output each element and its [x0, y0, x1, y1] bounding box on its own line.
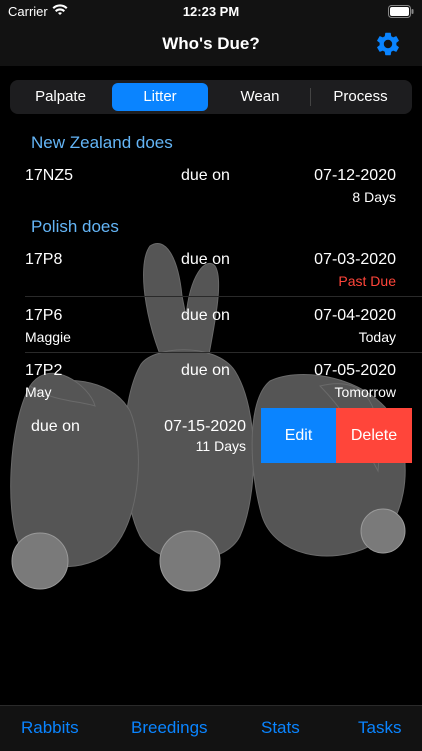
due-label: due on	[181, 362, 230, 379]
rabbit-name: Maggie	[25, 329, 71, 345]
list-item[interactable]: 17P2 May due on 07-05-2020 Tomorrow	[0, 352, 422, 408]
tab-stats[interactable]: Stats	[261, 718, 300, 738]
due-date: 07-15-2020	[164, 418, 246, 435]
due-status: Tomorrow	[334, 384, 396, 400]
rabbit-id: 17P8	[25, 251, 63, 268]
due-date: 07-05-2020	[314, 362, 396, 379]
segmented-control: Palpate Litter Wean Process	[10, 80, 412, 114]
segment-wean[interactable]: Wean	[212, 83, 308, 111]
battery-icon	[388, 5, 414, 18]
status-bar: Carrier 12:23 PM	[0, 0, 422, 24]
delete-button[interactable]: Delete	[336, 408, 412, 463]
rabbit-id: 17P2	[25, 362, 63, 379]
due-date: 07-03-2020	[314, 251, 396, 268]
due-status: 11 Days	[195, 438, 246, 454]
list-item[interactable]: 17NZ5 due on 07-12-2020 8 Days	[0, 157, 422, 213]
navigation-bar: Who's Due?	[0, 24, 422, 66]
status-time: 12:23 PM	[182, 4, 240, 19]
tab-tasks[interactable]: Tasks	[358, 718, 401, 738]
rabbit-id: 17P6	[25, 307, 63, 324]
page-title: Who's Due?	[162, 34, 260, 53]
section-header-new-zealand: New Zealand does	[31, 133, 173, 152]
rabbit-id: 17NZ5	[25, 167, 74, 184]
due-status: 8 Days	[352, 189, 396, 205]
due-label: due on	[181, 167, 230, 184]
edit-button[interactable]: Edit	[261, 408, 336, 463]
swiped-list-item[interactable]: due on 07-15-2020 11 Days Edit Delete	[0, 408, 422, 463]
section-header-polish: Polish does	[31, 217, 119, 236]
due-date: 07-04-2020	[314, 307, 396, 324]
due-status: Past Due	[338, 273, 396, 289]
due-label: due on	[31, 418, 80, 435]
segment-palpate[interactable]: Palpate	[13, 83, 108, 111]
gear-icon[interactable]	[374, 30, 402, 58]
rabbit-name: May	[25, 384, 52, 400]
segment-litter[interactable]: Litter	[112, 83, 208, 111]
tab-rabbits[interactable]: Rabbits	[21, 718, 79, 738]
tab-bar: Rabbits Breedings Stats Tasks	[0, 705, 422, 751]
due-label: due on	[181, 251, 230, 268]
due-status: Today	[358, 329, 396, 345]
due-label: due on	[181, 307, 230, 324]
tab-breedings[interactable]: Breedings	[131, 718, 208, 738]
list-item[interactable]: 17P8 due on 07-03-2020 Past Due	[0, 241, 422, 297]
list-item[interactable]: 17P6 Maggie due on 07-04-2020 Today	[0, 297, 422, 353]
segment-divider	[310, 88, 311, 106]
segment-process[interactable]: Process	[312, 83, 409, 111]
due-date: 07-12-2020	[314, 167, 396, 184]
